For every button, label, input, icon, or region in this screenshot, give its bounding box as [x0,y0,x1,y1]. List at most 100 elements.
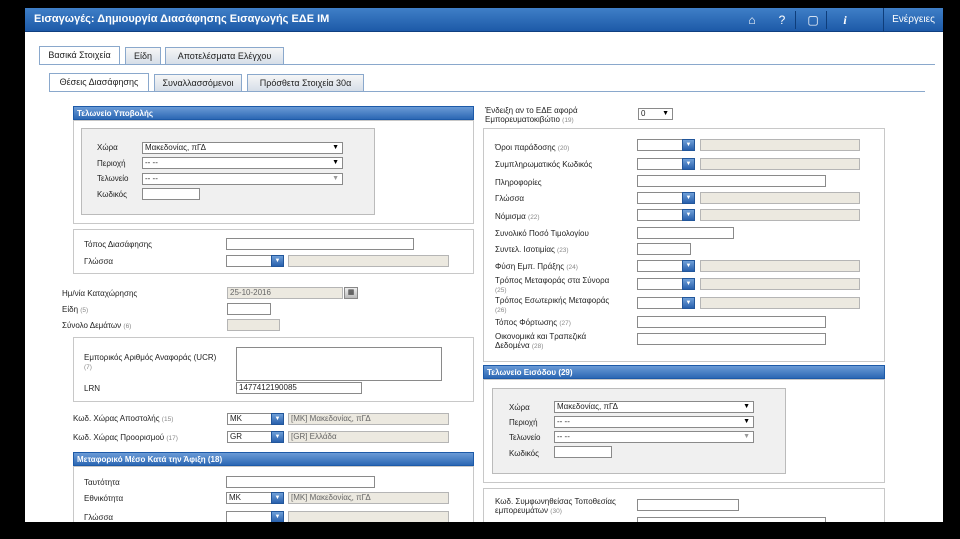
entry-country-select[interactable]: Μακεδονίας, πΓΔ ▼ [554,401,754,413]
financial-data-input[interactable] [637,333,826,345]
tab-traders[interactable]: Συναλλασσόμενοι [154,74,242,91]
lrn-input[interactable]: 1477412190085 [236,382,362,394]
currency-input[interactable] [637,209,683,221]
destination-country-name: [GR] Ελλάδα [288,431,449,443]
right-language-description [700,192,860,204]
entry-office-select[interactable]: -- -- ▼ [554,431,754,443]
language-combo[interactable]: ▼ [226,255,285,267]
delivery-terms-label: Όροι παράδοσης (20) [495,143,570,152]
nationality-combo[interactable]: MK ▼ [226,492,285,504]
delivery-terms-input[interactable] [637,139,683,151]
place-panel [73,229,474,274]
chevron-down-icon[interactable]: ▼ [682,278,695,290]
inland-transport-combo[interactable]: ▼ [637,297,696,309]
nationality-code[interactable]: MK [226,492,272,504]
chevron-down-icon: ▼ [332,175,339,182]
lrn-label: LRN [84,384,101,393]
place-label: Τόπος Διασάφησης [84,240,153,249]
window-icon[interactable]: ▢ [804,11,822,29]
chevron-down-icon: ▼ [743,403,750,410]
total-invoice-label: Συνολικό Ποσό Τιμολογίου [495,229,589,238]
destination-country-code[interactable]: GR [227,431,272,443]
supplementary-code-combo[interactable]: ▼ [637,158,696,170]
border-transport-combo[interactable]: ▼ [637,278,696,290]
tab-additional-30a[interactable]: Πρόσθετα Στοιχεία 30α [247,74,364,91]
place-input[interactable] [226,238,414,250]
code-input[interactable] [142,188,200,200]
agreed-location-input[interactable] [637,499,739,511]
dispatch-country-code[interactable]: MK [227,413,272,425]
code-label: Κωδικός [97,190,127,199]
language-input[interactable] [226,255,272,267]
chevron-down-icon[interactable]: ▼ [271,255,284,267]
chevron-down-icon[interactable]: ▼ [271,431,284,443]
app-window: { "header":{"title":"Εισαγωγές: Δημιουργ… [0,0,960,539]
total-invoice-input[interactable] [637,227,734,239]
calendar-icon[interactable]: ▦ [344,287,358,299]
supplementary-code-description [700,158,860,170]
currency-description [700,209,860,221]
tab-items[interactable]: Είδη [125,47,161,64]
transport-header: Μεταφορικό Μέσο Κατά την Άφιξη (18) [73,452,474,466]
chevron-down-icon[interactable]: ▼ [271,413,284,425]
office-select[interactable]: -- -- ▼ [142,173,343,185]
delivery-terms-combo[interactable]: ▼ [637,139,696,151]
items-input[interactable] [227,303,271,315]
container-select[interactable]: 0 ▼ [638,108,673,120]
information-input[interactable] [637,175,826,187]
inland-transport-input[interactable] [637,297,683,309]
dispatch-country-combo[interactable]: MK ▼ [227,413,286,425]
home-icon[interactable]: ⌂ [743,11,761,29]
transaction-nature-label: Φύση Εμπ. Πράξης (24) [495,262,578,271]
country-value: Μακεδονίας, πΓΔ [145,143,206,152]
delivery-terms-description [700,139,860,151]
loading-place-label: Τόπος Φόρτωσης (27) [495,318,571,327]
chevron-down-icon[interactable]: ▼ [682,209,695,221]
tab-basic-info[interactable]: Βασικά Στοιχεία [39,46,120,64]
help-icon[interactable]: ? [773,11,791,29]
currency-combo[interactable]: ▼ [637,209,696,221]
entry-code-input[interactable] [554,446,612,458]
ucr-num: (7) [84,364,92,371]
border-transport-description [700,278,860,290]
exchange-rate-input[interactable] [637,243,691,255]
ucr-textarea[interactable] [236,347,442,381]
destination-country-label: Κωδ. Χώρας Προορισμού (17) [73,433,178,442]
chevron-down-icon[interactable]: ▼ [271,492,284,504]
transaction-nature-input[interactable] [637,260,683,272]
title-bar: Εισαγωγές: Δημιουργία Διασάφησης Εισαγωγ… [25,8,943,32]
language-label: Γλώσσα [84,257,114,266]
transaction-nature-combo[interactable]: ▼ [637,260,696,272]
chevron-down-icon[interactable]: ▼ [682,158,695,170]
supplementary-code-input[interactable] [637,158,683,170]
content-area: Βασικά Στοιχεία Είδη Αποτελέσματα Ελέγχο… [25,32,943,529]
identity-input[interactable] [226,476,375,488]
right-language-input[interactable] [637,192,683,204]
right-language-combo[interactable]: ▼ [637,192,696,204]
office-label: Τελωνείο [97,174,129,183]
chevron-down-icon[interactable]: ▼ [682,260,695,272]
dispatch-country-label: Κωδ. Χώρας Αποστολής (15) [73,414,174,423]
loading-place-input[interactable] [637,316,826,328]
chevron-down-icon: ▼ [743,418,750,425]
region-select[interactable]: -- -- ▼ [142,157,343,169]
chevron-down-icon[interactable]: ▼ [682,297,695,309]
info-icon[interactable]: i [836,11,854,29]
country-select[interactable]: Μακεδονίας, πΓΔ ▼ [142,142,343,154]
entry-office-value: -- -- [557,432,570,441]
date-input[interactable]: 25-10-2016 [227,287,343,299]
transaction-nature-description [700,260,860,272]
exchange-rate-label: Συντελ. Ισοτιμίας (23) [495,245,569,254]
nationality-label: Εθνικότητα [84,494,124,503]
chevron-down-icon[interactable]: ▼ [682,192,695,204]
border-transport-input[interactable] [637,278,683,290]
chevron-down-icon[interactable]: ▼ [682,139,695,151]
entry-region-select[interactable]: -- -- ▼ [554,416,754,428]
tab-declaration-positions[interactable]: Θέσεις Διασάφησης [49,73,149,91]
tab-check-results[interactable]: Αποτελέσματα Ελέγχου [165,47,284,64]
actions-menu[interactable]: Ενέργειες [883,8,943,32]
region-label: Περιοχή [97,159,126,168]
destination-country-combo[interactable]: GR ▼ [227,431,286,443]
date-label: Ημ/νία Καταχώρησης [62,289,138,298]
ucr-label: Εμπορικός Αριθμός Αναφοράς (UCR) [84,353,217,362]
